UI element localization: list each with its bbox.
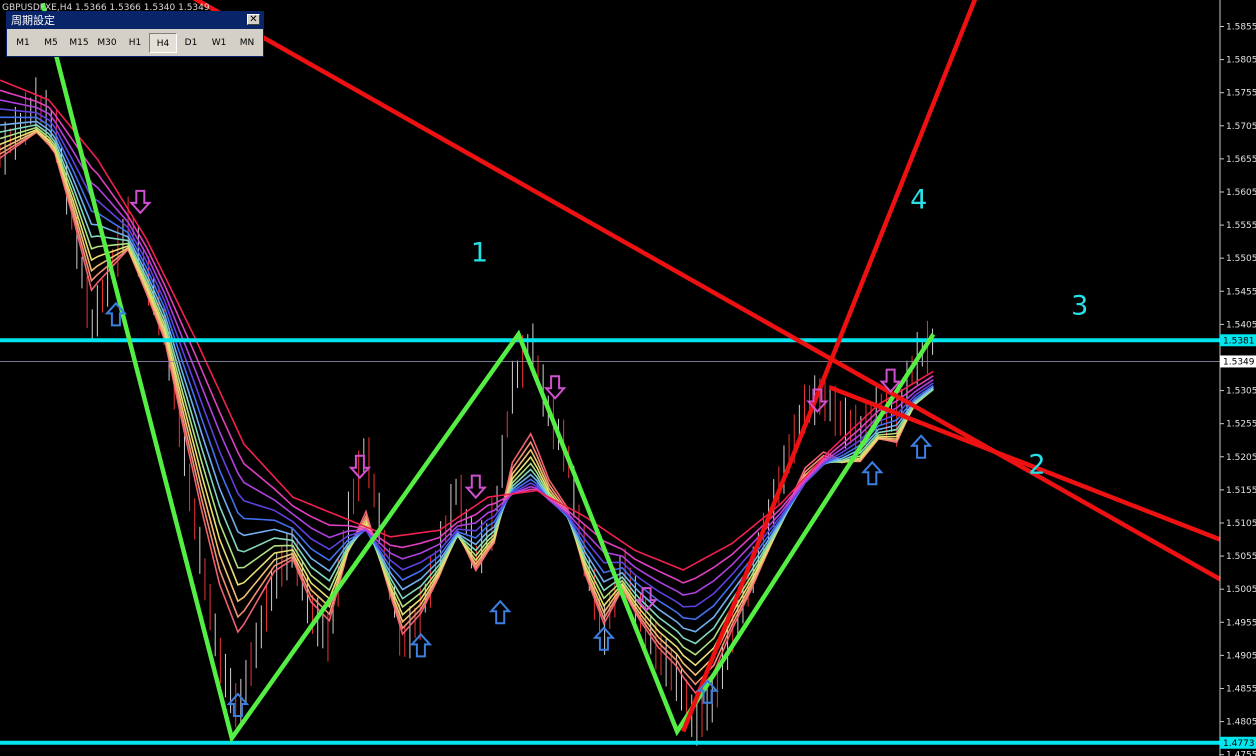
price-tick-label: 1.5155 (1226, 486, 1256, 496)
price-chart[interactable]: 1 2 3 4 1.5855 1.5805 1.5755 1.5705 1.5655 1.560… (0, 0, 1256, 756)
timeframe-titlebar[interactable]: 周期設定 ✕ (7, 12, 263, 29)
price-tick-label: 1.4805 (1226, 718, 1256, 728)
price-tick-label: 1.5655 (1226, 155, 1256, 165)
tf-button-m30[interactable]: M30 (93, 33, 121, 53)
current-price-tag-label: 1.5349 (1223, 357, 1255, 367)
price-tick-label: 1.5705 (1226, 122, 1256, 132)
price-tick-label: 1.5555 (1226, 221, 1256, 231)
timeframe-title: 周期設定 (11, 14, 55, 27)
tf-button-h1[interactable]: H1 (121, 33, 149, 53)
price-tick-label: 1.5305 (1226, 387, 1256, 397)
price-tick-label: 1.4955 (1226, 618, 1256, 628)
tf-button-m15[interactable]: M15 (65, 33, 93, 53)
price-tick-label: 1.5005 (1226, 585, 1256, 595)
price-tick-label: 1.5805 (1226, 56, 1256, 66)
timeframe-panel[interactable]: 周期設定 ✕ M1 M5 M15 M30 H1 H4 D1 W1 MN (6, 11, 264, 57)
tf-button-mn[interactable]: MN (233, 33, 261, 53)
wave-label-3: 3 (1071, 290, 1088, 321)
price-tick-label: 1.4855 (1226, 684, 1256, 694)
tf-button-m5[interactable]: M5 (37, 33, 65, 53)
hline-price-tag-label: 1.5381 (1223, 336, 1255, 346)
tf-button-m1[interactable]: M1 (9, 33, 37, 53)
price-tick-label: 1.4905 (1226, 651, 1256, 661)
timeframe-buttons: M1 M5 M15 M30 H1 H4 D1 W1 MN (7, 29, 263, 53)
wave-label-4: 4 (910, 185, 927, 216)
hline-price-tag-label: 1.4773 (1223, 739, 1255, 749)
price-tick-label: 1.5855 (1226, 22, 1256, 32)
price-tick-label: 1.5755 (1226, 89, 1256, 99)
tf-button-w1[interactable]: W1 (205, 33, 233, 53)
price-tick-label: 1.4755 (1226, 751, 1256, 756)
price-tick-label: 1.5455 (1226, 287, 1256, 297)
price-tick-label: 1.5105 (1226, 519, 1256, 529)
price-tick-label: 1.5505 (1226, 254, 1256, 264)
tf-button-d1[interactable]: D1 (177, 33, 205, 53)
price-tick-label: 1.5055 (1226, 552, 1256, 562)
price-tick-label: 1.5405 (1226, 320, 1256, 330)
close-button[interactable]: ✕ (247, 14, 260, 25)
price-tick-label: 1.5205 (1226, 453, 1256, 463)
tf-button-h4[interactable]: H4 (149, 33, 177, 53)
wave-label-2: 2 (1028, 449, 1045, 480)
wave-label-1: 1 (471, 237, 488, 268)
price-tick-label: 1.5605 (1226, 188, 1256, 198)
price-tick-label: 1.5255 (1226, 420, 1256, 430)
